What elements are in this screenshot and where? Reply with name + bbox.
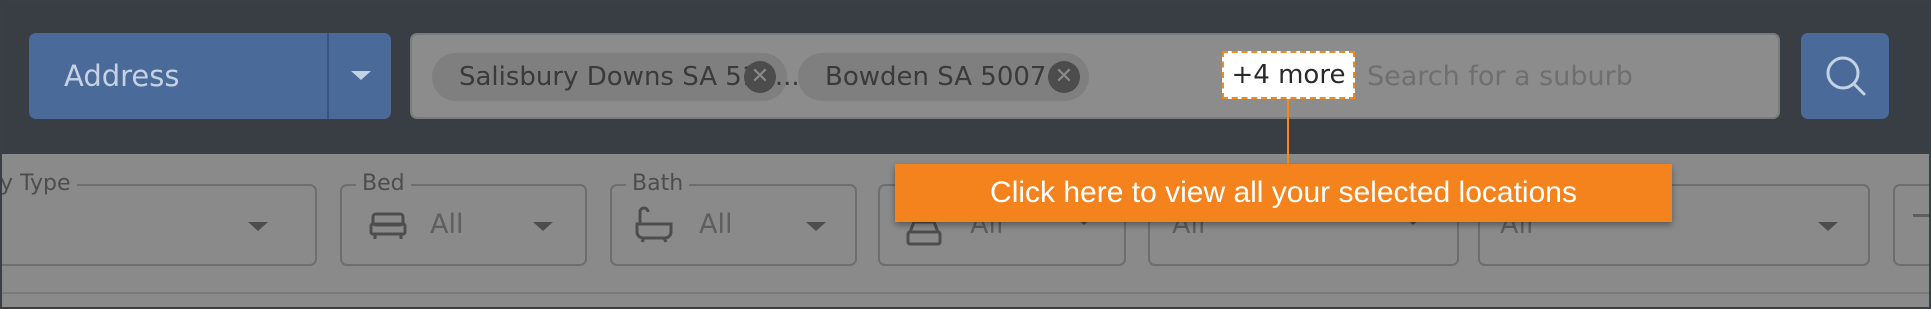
chevron-down-icon xyxy=(533,222,553,231)
bed-icon xyxy=(369,212,407,239)
chevron-down-icon xyxy=(248,222,268,231)
filter-label: Bath xyxy=(626,171,690,197)
search-icon xyxy=(1826,56,1866,96)
search-input-placeholder[interactable]: Search for a suburb xyxy=(1367,52,1633,102)
address-dropdown[interactable]: Address xyxy=(29,33,391,119)
search-button[interactable] xyxy=(1801,33,1889,119)
divider xyxy=(2,292,1929,294)
filter-property-type[interactable]: y Type xyxy=(2,171,317,266)
location-chip: Bowden SA 5007 ✕ xyxy=(798,53,1089,101)
filter-bed[interactable]: Bed All xyxy=(340,171,587,266)
app-frame: Address Salisbury Downs SA 510... ✕ Bowd… xyxy=(0,0,1931,309)
address-dropdown-divider xyxy=(327,33,329,119)
chevron-down-icon xyxy=(1818,222,1838,231)
bath-icon xyxy=(635,206,673,243)
filter-value: All xyxy=(699,209,733,240)
tooltip-connector xyxy=(1287,99,1289,165)
filter-more[interactable] xyxy=(1893,184,1929,266)
chevron-down-icon xyxy=(806,222,826,231)
location-chip-label: Bowden SA 5007 xyxy=(825,62,1047,92)
remove-chip-icon[interactable]: ✕ xyxy=(744,61,776,93)
address-dropdown-label: Address xyxy=(64,59,180,93)
remove-chip-icon[interactable]: ✕ xyxy=(1048,61,1080,93)
chevron-down-icon[interactable] xyxy=(351,71,371,80)
search-bar: Address Salisbury Downs SA 510... ✕ Bowd… xyxy=(2,2,1929,154)
location-chip: Salisbury Downs SA 510... ✕ xyxy=(432,53,800,101)
filter-label: y Type xyxy=(2,171,77,197)
filter-value: All xyxy=(430,209,464,240)
onboarding-tooltip: Click here to view all your selected loc… xyxy=(895,164,1672,222)
filter-bath[interactable]: Bath All xyxy=(610,171,857,266)
filter-icon xyxy=(1913,214,1929,217)
more-locations-button[interactable]: +4 more xyxy=(1222,51,1355,99)
filter-label: Bed xyxy=(356,171,411,197)
